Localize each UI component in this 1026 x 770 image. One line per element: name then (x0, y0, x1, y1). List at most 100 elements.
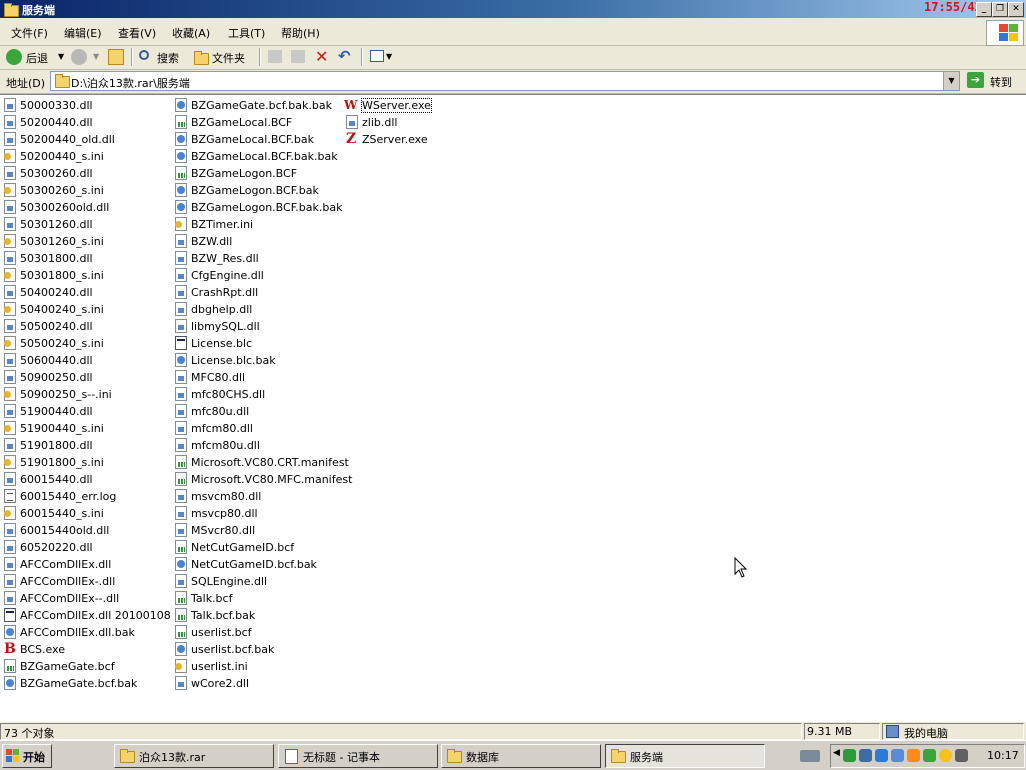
file-name: libmySQL.dll (191, 320, 260, 333)
menu-edit[interactable]: 编辑(E) (64, 25, 102, 41)
file-name: BZGameGate.bcf.bak.bak (191, 99, 332, 112)
task-button-notepad[interactable]: 无标题 - 记事本 (278, 744, 438, 768)
file-name: userlist.ini (191, 660, 248, 673)
file-name: mfc80u.dll (191, 405, 250, 418)
file-dll-icon (175, 404, 187, 418)
file-dll-icon (175, 370, 187, 384)
menu-tools[interactable]: 工具(T) (228, 25, 265, 41)
address-bar: 地址(D) D:\泊众13款.rar\服务端 ▼ ➔ 转到 (0, 69, 1026, 94)
wps-tray-icon[interactable] (843, 749, 856, 762)
delete-icon[interactable]: ✕ (315, 47, 328, 66)
back-dropdown-icon[interactable]: ▼ (58, 52, 64, 61)
input-method-icon[interactable] (907, 749, 920, 762)
file-name: AFCComDllEx-.dll (20, 575, 116, 588)
file-dll-icon (4, 251, 16, 265)
task-button-server[interactable]: 服务端 (605, 744, 765, 768)
file-name: AFCComDllEx.dll (20, 558, 112, 571)
start-button[interactable]: 开始 (2, 744, 52, 768)
task-button-database[interactable]: 数据库 (441, 744, 601, 768)
go-button[interactable]: ➔ 转到 (965, 71, 1021, 89)
file-dll-icon (175, 319, 187, 333)
minimize-button[interactable]: _ (976, 2, 992, 17)
folder-icon (55, 74, 70, 88)
network-tray-icon[interactable] (891, 749, 904, 762)
menu-bar: 文件(F) 编辑(E) 查看(V) 收藏(A) 工具(T) 帮助(H) (0, 18, 1026, 46)
restore-button[interactable]: ❐ (992, 2, 1008, 17)
menu-file[interactable]: 文件(F) (11, 25, 48, 41)
move-to-icon[interactable] (268, 50, 282, 63)
file-name: 50301800.dll (20, 252, 93, 265)
file-name: zlib.dll (362, 116, 398, 129)
system-tray: ◀ 10:17 (830, 744, 1025, 768)
file-name: BZGameGate.bcf.bak (20, 677, 138, 690)
folders-button[interactable]: 文件夹 (212, 50, 245, 66)
menu-favorites[interactable]: 收藏(A) (172, 25, 210, 41)
folder-icon (611, 749, 626, 763)
file-ini-icon (4, 234, 16, 248)
file-bcf-icon (175, 608, 187, 622)
file-dll-icon (4, 404, 16, 418)
up-folder-icon[interactable] (108, 49, 124, 65)
menu-view[interactable]: 查看(V) (118, 25, 156, 41)
file-name: Microsoft.VC80.MFC.manifest (191, 473, 353, 486)
volume-icon[interactable] (859, 749, 872, 762)
views-dropdown-icon[interactable]: ▼ (386, 52, 392, 61)
views-icon[interactable] (370, 50, 384, 62)
close-button[interactable]: ✕ (1008, 2, 1024, 17)
folder-icon (4, 3, 19, 17)
file-dll-icon (4, 472, 16, 486)
forward-dropdown-icon[interactable]: ▼ (93, 52, 99, 61)
title-bar[interactable]: 服务端 17:55/42:46 _ ❐ ✕ (0, 0, 1026, 18)
display-icon[interactable] (955, 749, 968, 762)
task-button-rar[interactable]: 泊众13款.rar (114, 744, 274, 768)
file-list[interactable]: 50000330.dll 50200440.dll 50200440_old.dll… (0, 94, 1026, 721)
file-exe-w-icon: W (344, 98, 358, 112)
network-icon[interactable] (800, 750, 820, 762)
file-name: AFCComDllEx.dll 20100108 (20, 609, 171, 622)
address-label: 地址(D) (6, 77, 46, 90)
status-count-cell: 73 个对象 (0, 723, 802, 740)
file-dll-icon (175, 523, 187, 537)
search-icon[interactable] (139, 50, 149, 60)
file-ini-icon (4, 302, 16, 316)
search-button[interactable]: 搜索 (157, 50, 179, 66)
back-arrow-icon[interactable] (6, 49, 22, 65)
status-bar: 73 个对象 9.31 MB 我的电脑 (0, 721, 1026, 740)
address-dropdown-icon[interactable]: ▼ (943, 72, 959, 90)
menu-help[interactable]: 帮助(H) (281, 25, 320, 41)
undo-icon[interactable]: ↶ (338, 47, 351, 65)
tray-expand-icon[interactable]: ◀ (833, 748, 840, 758)
folder-icon (120, 749, 135, 763)
file-name: 50900250_s--.ini (20, 388, 112, 401)
file-dll-icon (4, 438, 16, 452)
tray-app-icon[interactable] (875, 749, 888, 762)
tray-smiley-icon[interactable] (939, 749, 952, 762)
forward-arrow-icon[interactable] (71, 49, 87, 65)
file-name: mfcm80u.dll (191, 439, 260, 452)
file-name: CfgEngine.dll (191, 269, 264, 282)
windows-flag-icon (6, 749, 19, 762)
file-name: BZGameLogon.BCF.bak.bak (191, 201, 343, 214)
file-blc-icon (175, 336, 187, 350)
file-name: SQLEngine.dll (191, 575, 268, 588)
file-name: 50200440_old.dll (20, 133, 115, 146)
file-name: 50000330.dll (20, 99, 93, 112)
file-bcf-icon (175, 166, 187, 180)
security-shield-icon[interactable] (923, 749, 936, 762)
file-name: CrashRpt.dll (191, 286, 259, 299)
file-name: 51900440_s.ini (20, 422, 104, 435)
copy-to-icon[interactable] (291, 50, 305, 63)
file-name: Talk.bcf.bak (191, 609, 256, 622)
file-name: 60015440old.dll (20, 524, 110, 537)
address-input[interactable]: D:\泊众13款.rar\服务端 ▼ (50, 71, 960, 91)
file-name: mfc80CHS.dll (191, 388, 266, 401)
file-dll-icon (4, 353, 16, 367)
folders-icon[interactable] (194, 51, 209, 65)
file-name: 51901800_s.ini (20, 456, 104, 469)
file-bak-icon (175, 183, 187, 197)
file-dll-icon (4, 115, 16, 129)
file-bak-icon (4, 625, 16, 639)
back-button[interactable]: 后退 (26, 50, 48, 66)
file-name: msvcm80.dll (191, 490, 262, 503)
window-title: 服务端 (22, 4, 55, 17)
